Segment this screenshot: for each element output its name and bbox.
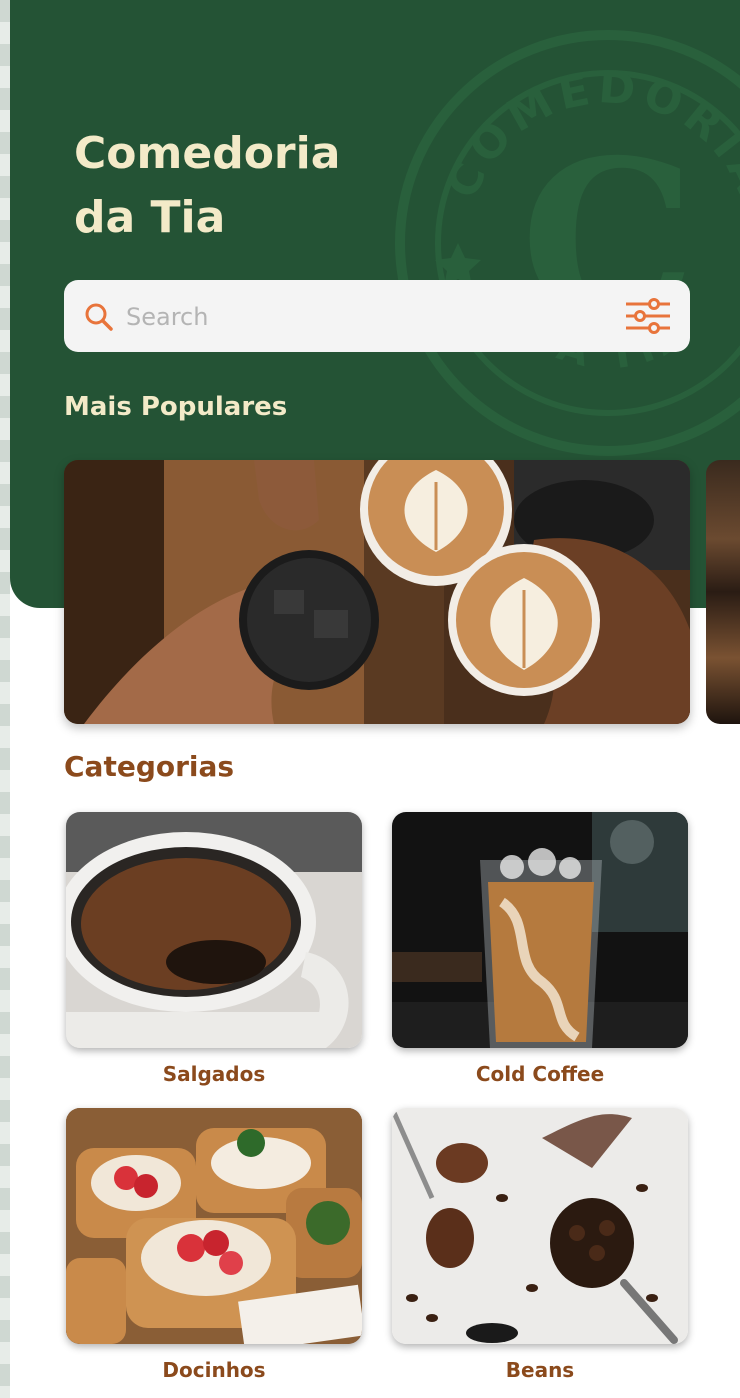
category-tile-cold-coffee[interactable] (392, 812, 688, 1048)
background-edge (0, 0, 10, 1398)
popular-item-card-next[interactable] (706, 460, 740, 724)
app-title: Comedoria da Tia (74, 128, 341, 243)
search-input[interactable] (124, 296, 608, 338)
strawberry-danish-photo (66, 1108, 362, 1344)
sliders-icon[interactable] (624, 298, 672, 334)
category-label-beans: Beans (505, 1358, 575, 1382)
category-label-cold-coffee: Cold Coffee (475, 1062, 605, 1086)
search-bar[interactable] (64, 280, 690, 352)
popular-item-card[interactable] (64, 460, 690, 724)
hot-coffee-mug-photo (66, 812, 362, 1048)
search-icon (85, 303, 113, 331)
brand-seal-watermark: COMEDORIA DA TIA C (395, 30, 740, 456)
category-tile-salgados[interactable] (66, 812, 362, 1048)
categories-heading: Categorias (64, 750, 235, 783)
category-label-salgados: Salgados (162, 1062, 266, 1086)
popular-heading: Mais Populares (64, 392, 288, 422)
iced-coffee-glass-photo (392, 812, 688, 1048)
coffee-beans-photo (392, 1108, 688, 1344)
category-tile-docinhos[interactable] (66, 1108, 362, 1344)
category-tile-beans[interactable] (392, 1108, 688, 1344)
category-label-docinhos: Docinhos (162, 1358, 266, 1382)
coffee-cheers-photo (64, 460, 690, 724)
